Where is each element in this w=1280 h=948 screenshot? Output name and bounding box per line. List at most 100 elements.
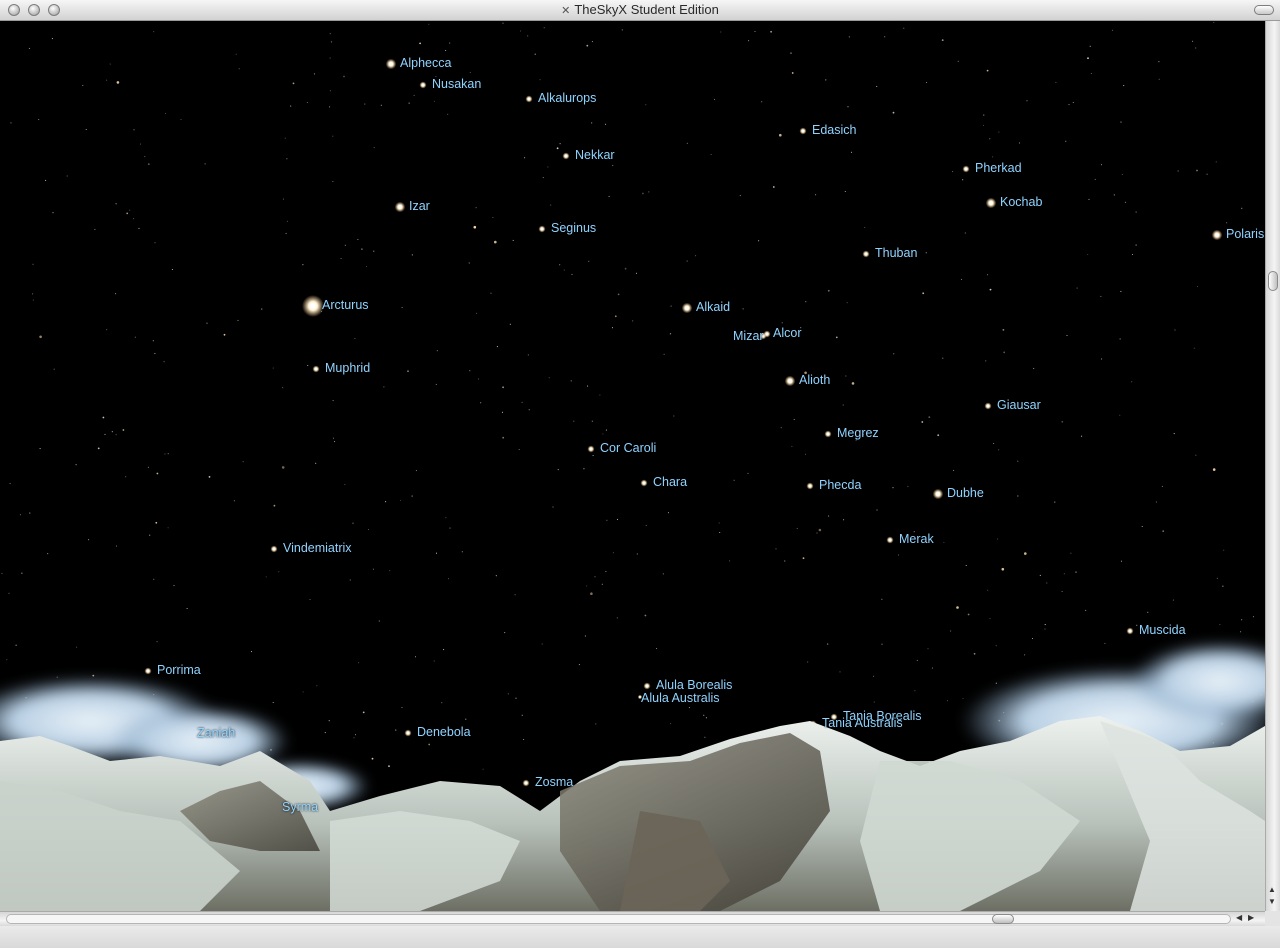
star-alioth[interactable]: [788, 379, 792, 383]
star-polaris[interactable]: [1215, 233, 1219, 237]
star-nusakan[interactable]: [422, 84, 424, 86]
background-star: [180, 118, 182, 121]
star-label-muscida[interactable]: Muscida: [1139, 623, 1186, 637]
scroll-up-arrow-icon[interactable]: ▲: [1268, 885, 1276, 894]
star-label-zaniah[interactable]: Zaniah: [197, 726, 235, 740]
star-label-alula-borealis[interactable]: Alula Borealis: [656, 678, 732, 692]
star-kochab[interactable]: [989, 201, 993, 205]
star-label-phecda[interactable]: Phecda: [819, 478, 861, 492]
vertical-scroll-thumb[interactable]: [1268, 271, 1278, 291]
background-star: [547, 166, 549, 168]
background-star: [989, 288, 992, 291]
star-giausar[interactable]: [987, 405, 989, 407]
star-label-nekkar[interactable]: Nekkar: [575, 148, 615, 162]
star-label-kochab[interactable]: Kochab: [1000, 195, 1042, 209]
background-star: [364, 103, 366, 105]
background-star: [9, 483, 11, 485]
background-star: [413, 94, 415, 96]
background-star: [616, 617, 618, 619]
star-phecda[interactable]: [809, 485, 811, 487]
star-muphrid[interactable]: [315, 368, 317, 370]
star-alcor[interactable]: [766, 333, 768, 335]
star-label-chara[interactable]: Chara: [653, 475, 687, 489]
star-alkaid[interactable]: [685, 306, 689, 310]
background-star: [133, 218, 135, 220]
star-dubhe[interactable]: [936, 492, 940, 496]
star-label-denebola[interactable]: Denebola: [417, 725, 471, 739]
star-label-megrez[interactable]: Megrez: [837, 426, 879, 440]
star-merak[interactable]: [889, 539, 891, 541]
star-label-porrima[interactable]: Porrima: [157, 663, 201, 677]
background-star: [846, 302, 848, 304]
star-label-syrma[interactable]: Syrma: [282, 800, 318, 814]
star-denebola[interactable]: [407, 732, 409, 734]
star-arcturus[interactable]: [310, 303, 316, 309]
star-label-merak[interactable]: Merak: [899, 532, 934, 546]
star-megrez[interactable]: [827, 433, 829, 435]
star-muscida[interactable]: [1129, 630, 1131, 632]
star-label-pherkad[interactable]: Pherkad: [975, 161, 1022, 175]
scroll-right-arrow-icon[interactable]: ▶: [1248, 913, 1254, 922]
background-star: [686, 260, 688, 262]
star-label-cor-caroli[interactable]: Cor Caroli: [600, 441, 656, 455]
scroll-down-arrow-icon[interactable]: ▼: [1268, 897, 1276, 906]
sky-canvas[interactable]: [0, 21, 1265, 911]
background-star: [204, 163, 206, 165]
star-cor-caroli[interactable]: [590, 448, 592, 450]
star-label-alioth[interactable]: Alioth: [799, 373, 830, 387]
star-izar[interactable]: [398, 205, 402, 209]
star-label-alphecca[interactable]: Alphecca: [400, 56, 451, 70]
star-edasich[interactable]: [802, 130, 804, 132]
star-chara[interactable]: [643, 482, 645, 484]
resize-grip-icon[interactable]: [1265, 911, 1280, 926]
star-label-edasich[interactable]: Edasich: [812, 123, 856, 137]
background-star: [415, 470, 417, 472]
background-star: [186, 607, 188, 610]
horizontal-scroll-track[interactable]: [6, 914, 1231, 924]
star-label-nusakan[interactable]: Nusakan: [432, 77, 481, 91]
background-star: [115, 203, 117, 205]
star-label-dubhe[interactable]: Dubhe: [947, 486, 984, 500]
star-label-izar[interactable]: Izar: [409, 199, 430, 213]
star-label-mizar[interactable]: Mizar: [733, 329, 764, 343]
background-star: [518, 448, 520, 451]
star-label-giausar[interactable]: Giausar: [997, 398, 1041, 412]
star-label-alkaid[interactable]: Alkaid: [696, 300, 730, 314]
star-label-tania-australis[interactable]: Tania Australis: [822, 716, 903, 730]
sky-chart[interactable]: Alphecca Nusakan Alkalurops Edasich Nekkar Ph…: [0, 21, 1265, 911]
star-seginus[interactable]: [541, 228, 543, 230]
star-label-alkalurops[interactable]: Alkalurops: [538, 91, 596, 105]
background-star: [419, 42, 421, 45]
star-alphecca[interactable]: [389, 62, 393, 66]
star-label-seginus[interactable]: Seginus: [551, 221, 596, 235]
star-alula-borealis[interactable]: [646, 685, 648, 687]
background-star: [967, 613, 970, 616]
star-thuban[interactable]: [865, 253, 867, 255]
star-label-alcor[interactable]: Alcor: [773, 326, 801, 340]
star-vindemiatrix[interactable]: [273, 548, 275, 550]
horizontal-scroll-thumb[interactable]: [992, 914, 1014, 924]
star-label-arcturus[interactable]: Arcturus: [322, 298, 369, 312]
star-alkalurops[interactable]: [528, 98, 530, 100]
star-label-muphrid[interactable]: Muphrid: [325, 361, 370, 375]
background-star: [1087, 57, 1089, 60]
horizontal-scrollbar[interactable]: ◀ ▶: [0, 911, 1265, 926]
star-label-alula-australis[interactable]: Alula Australis: [641, 691, 720, 705]
toolbar-toggle-button[interactable]: [1254, 5, 1274, 15]
star-zosma[interactable]: [525, 782, 527, 784]
star-label-vindemiatrix[interactable]: Vindemiatrix: [283, 541, 352, 555]
vertical-scrollbar[interactable]: ▲ ▼: [1265, 21, 1280, 911]
star-label-zosma[interactable]: Zosma: [535, 775, 573, 789]
star-label-polaris[interactable]: Polaris: [1226, 227, 1264, 241]
star-porrima[interactable]: [147, 670, 149, 672]
background-star: [519, 30, 522, 32]
star-label-thuban[interactable]: Thuban: [875, 246, 917, 260]
star-nekkar[interactable]: [565, 155, 567, 157]
background-star: [1195, 454, 1197, 456]
scroll-left-arrow-icon[interactable]: ◀: [1236, 913, 1242, 922]
star-pherkad[interactable]: [965, 168, 967, 170]
background-star: [1087, 253, 1089, 256]
background-star: [931, 667, 933, 669]
background-star: [636, 553, 638, 555]
background-star: [583, 467, 585, 470]
